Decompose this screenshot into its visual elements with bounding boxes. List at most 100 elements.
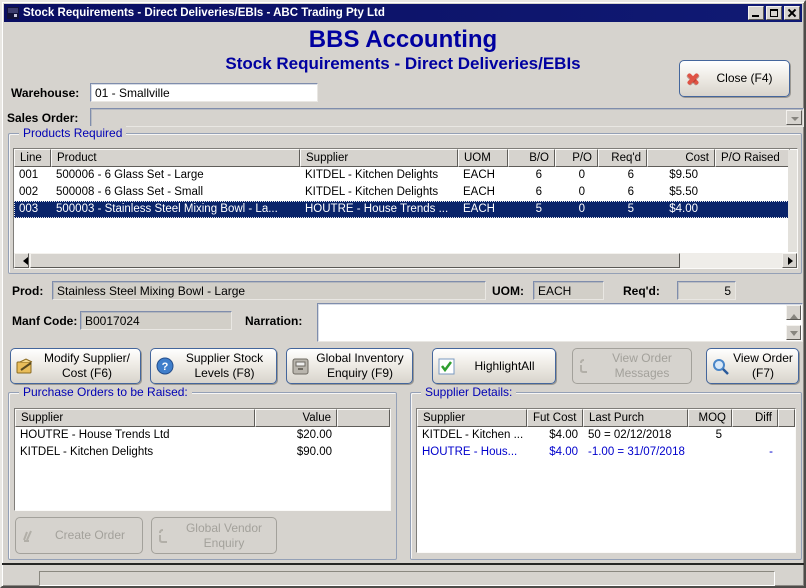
checkbox-icon	[438, 358, 455, 375]
create-order-label: Create Order	[43, 528, 137, 543]
scroll-right-icon[interactable]	[782, 253, 797, 268]
highlight-all-button[interactable]: HighlightAll	[432, 348, 556, 384]
global-inventory-enquiry-button[interactable]: Global Inventory Enquiry (F9)	[286, 348, 413, 384]
supplier-details-table: Supplier Fut Cost Last Purch MOQ Diff KI…	[416, 408, 796, 553]
close-f4-button[interactable]: Close (F4)	[679, 60, 790, 97]
manf-code-field: B0017024	[80, 311, 232, 330]
reqd-label: Req'd:	[623, 284, 660, 298]
manf-code-label: Manf Code:	[12, 314, 77, 328]
global-vendor-enquiry-button: Global Vendor Enquiry	[151, 517, 277, 554]
global-vendor-enquiry-label: Global Vendor Enquiry	[177, 521, 271, 551]
global-vendor-icon	[157, 528, 173, 544]
status-bar	[39, 571, 775, 586]
horizontal-scrollbar[interactable]	[14, 253, 797, 268]
create-order-button: Create Order	[15, 517, 143, 554]
col-line[interactable]: Line	[14, 149, 51, 167]
highlight-all-label: HighlightAll	[459, 359, 550, 374]
app-window: Stock Requirements - Direct Deliveries/E…	[0, 0, 806, 588]
narration-input[interactable]	[317, 303, 803, 342]
scroll-up-icon[interactable]	[786, 305, 801, 320]
table-row[interactable]: 001 500006 - 6 Glass Set - Large KITDEL …	[14, 167, 797, 184]
col-sd-lastpurch[interactable]: Last Purch	[583, 409, 688, 427]
table-row[interactable]: KITDEL - Kitchen ... $4.00 50 = 02/12/20…	[417, 427, 795, 444]
supplier-stock-levels-button[interactable]: ? Supplier Stock Levels (F8)	[150, 348, 277, 384]
app-icon	[6, 6, 20, 20]
col-sd-diff[interactable]: Diff	[732, 409, 778, 427]
col-po[interactable]: P/O	[555, 149, 598, 167]
svg-text:?: ?	[162, 361, 169, 373]
uom-label: UOM:	[492, 284, 524, 298]
col-product[interactable]: Product	[51, 149, 300, 167]
products-table: Line Product Supplier UOM B/O P/O Req'd …	[13, 148, 798, 269]
supplier-details-label: Supplier Details:	[421, 385, 516, 399]
dropdown-arrow-icon[interactable]	[786, 110, 802, 125]
table-row[interactable]: 002 500008 - 6 Glass Set - Small KITDEL …	[14, 184, 797, 201]
warehouse-label: Warehouse:	[11, 86, 79, 100]
purchase-orders-label: Purchase Orders to be Raised:	[19, 385, 192, 399]
title-bar[interactable]: Stock Requirements - Direct Deliveries/E…	[4, 4, 802, 22]
close-window-button[interactable]	[784, 6, 800, 20]
message-icon	[578, 358, 594, 374]
narration-label: Narration:	[245, 314, 302, 328]
scroll-left-icon[interactable]	[14, 253, 29, 268]
col-reqd[interactable]: Req'd	[598, 149, 647, 167]
window-title: Stock Requirements - Direct Deliveries/E…	[23, 7, 745, 19]
sales-order-value: 000202 D/D 29/08/2019 Req'd: 29/08/2019 …	[108, 125, 613, 127]
modify-supplier-cost-label: Modify Supplier/ Cost (F6)	[39, 351, 135, 381]
sales-order-label: Sales Order:	[7, 111, 78, 125]
separator-line	[2, 563, 804, 565]
col-sd-supplier[interactable]: Supplier	[417, 409, 527, 427]
supplier-details-group: Supplier Details: Supplier Fut Cost Last…	[410, 392, 802, 560]
view-order-label: View Order (F7)	[733, 351, 793, 381]
supplier-details-header: Supplier Fut Cost Last Purch MOQ Diff	[417, 409, 795, 427]
sales-order-combo[interactable]: 000202 D/D 29/08/2019 Req'd: 29/08/2019 …	[90, 108, 804, 127]
maximize-button[interactable]	[766, 6, 782, 20]
col-po-spare	[337, 409, 390, 427]
supplier-stock-levels-label: Supplier Stock Levels (F8)	[178, 351, 271, 381]
products-required-label: Products Required	[19, 126, 126, 140]
purchase-orders-header: Supplier Value	[15, 409, 390, 427]
col-supplier[interactable]: Supplier	[300, 149, 458, 167]
purchase-orders-table: Supplier Value HOUTRE - House Trends Ltd…	[14, 408, 391, 511]
col-sd-moq[interactable]: MOQ	[688, 409, 732, 427]
col-po-supplier[interactable]: Supplier	[15, 409, 255, 427]
col-sd-spare	[778, 409, 795, 427]
create-order-icon	[21, 528, 39, 544]
table-row[interactable]: KITDEL - Kitchen Delights $90.00	[15, 444, 390, 461]
view-order-messages-label: View Order Messages	[598, 351, 686, 381]
vertical-scroll-track[interactable]	[788, 150, 797, 252]
global-inventory-enquiry-label: Global Inventory Enquiry (F9)	[313, 351, 407, 381]
scroll-thumb[interactable]	[30, 253, 680, 268]
reqd-field: 5	[677, 281, 736, 300]
cabinet-icon	[292, 358, 309, 375]
table-row[interactable]: HOUTRE - Hous... $4.00 -1.00 = 31/07/201…	[417, 444, 795, 461]
view-order-messages-button: View Order Messages	[572, 348, 692, 384]
close-f4-label: Close (F4)	[705, 71, 784, 86]
prod-field: Stainless Steel Mixing Bowl - Large	[52, 281, 486, 300]
view-order-button[interactable]: View Order (F7)	[706, 348, 799, 384]
app-title: BBS Accounting	[2, 26, 804, 54]
edit-note-icon	[16, 358, 35, 375]
table-row[interactable]: HOUTRE - House Trends Ltd $20.00	[15, 427, 390, 444]
minimize-icon	[752, 15, 759, 17]
prod-label: Prod:	[12, 284, 43, 298]
col-sd-futcost[interactable]: Fut Cost	[527, 409, 583, 427]
red-x-icon	[685, 71, 701, 87]
table-row-selected[interactable]: 003 500003 - Stainless Steel Mixing Bowl…	[14, 201, 797, 218]
products-required-group: Products Required Line Product Supplier …	[8, 133, 802, 274]
col-po-raised[interactable]: P/O Raised	[715, 149, 790, 167]
maximize-icon	[770, 9, 778, 17]
col-po-value[interactable]: Value	[255, 409, 337, 427]
products-table-header: Line Product Supplier UOM B/O P/O Req'd …	[14, 149, 797, 167]
scroll-down-icon[interactable]	[786, 325, 801, 340]
uom-field: EACH	[533, 281, 604, 300]
warehouse-input[interactable]: 01 - Smallville	[90, 83, 318, 102]
col-cost[interactable]: Cost	[647, 149, 715, 167]
minimize-button[interactable]	[748, 6, 764, 20]
modify-supplier-cost-button[interactable]: Modify Supplier/ Cost (F6)	[10, 348, 141, 384]
col-bo[interactable]: B/O	[508, 149, 555, 167]
col-uom[interactable]: UOM	[458, 149, 508, 167]
purchase-orders-group: Purchase Orders to be Raised: Supplier V…	[8, 392, 397, 560]
magnifier-icon	[712, 358, 729, 375]
question-icon: ?	[156, 357, 174, 375]
